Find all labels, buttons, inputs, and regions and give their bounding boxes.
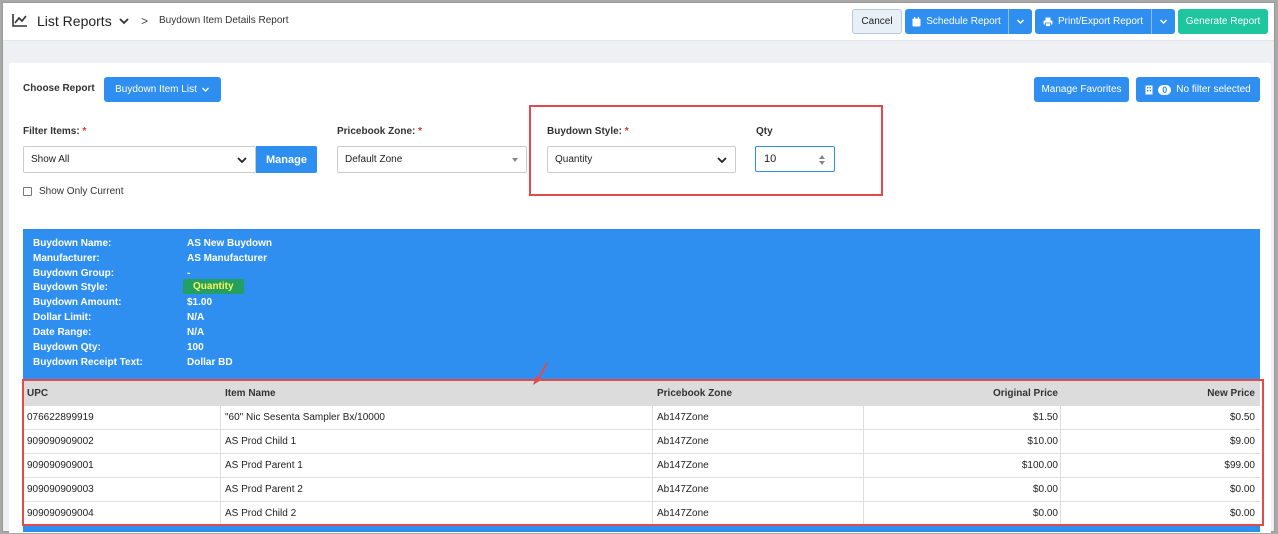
chevron-down-icon <box>201 87 209 92</box>
info-key: Date Range: <box>33 327 92 338</box>
calendar-icon <box>912 16 921 26</box>
info-key: Buydown Name: <box>33 238 112 249</box>
choose-report-value: Buydown Item List <box>115 84 197 95</box>
info-value: AS Manufacturer <box>187 253 268 264</box>
show-only-current-checkbox[interactable] <box>23 187 32 196</box>
pricebook-zone-select[interactable]: Default Zone <box>337 146 527 173</box>
annotation-arrow-icon <box>533 362 548 385</box>
generate-report-button[interactable]: Generate Report <box>1178 9 1268 34</box>
info-key: Buydown Group: <box>33 268 115 279</box>
pricebook-zone-value: Default Zone <box>345 154 403 165</box>
chevron-down-icon[interactable] <box>118 16 130 26</box>
print-export-button[interactable]: Print/Export Report <box>1035 9 1175 34</box>
highlight-box-style-qty <box>529 105 883 196</box>
manage-button-label: Manage <box>266 153 307 166</box>
info-key: Dollar Limit: <box>33 312 92 323</box>
filter-status-label: No filter selected <box>1176 84 1251 95</box>
schedule-report-button[interactable]: Schedule Report <box>905 9 1032 34</box>
info-value: AS New Buydown <box>187 238 273 249</box>
info-key: Buydown Amount: <box>33 297 122 308</box>
choose-report-dropdown[interactable]: Buydown Item List <box>104 77 221 102</box>
info-value: 100 <box>187 342 204 353</box>
app-frame: List Reports > Buydown Item Details Repo… <box>2 2 1275 533</box>
cancel-button[interactable]: Cancel <box>852 9 902 34</box>
info-key: Buydown Qty: <box>33 342 101 353</box>
required-mark: * <box>418 126 423 137</box>
filter-items-label-text: Filter Items: <box>23 126 80 137</box>
filter-items-value: Show All <box>31 154 70 165</box>
report-card: Choose Report Buydown Item List Manage F… <box>9 63 1271 533</box>
manage-favorites-button[interactable]: Manage Favorites <box>1034 77 1129 102</box>
filter-items-select[interactable]: Show All <box>23 146 256 173</box>
print-export-label: Print/Export Report <box>1057 16 1144 27</box>
manage-button[interactable]: Manage <box>256 146 317 173</box>
line-chart-icon <box>12 14 27 27</box>
filter-count-badge: 0 <box>1158 84 1172 95</box>
filter-items-label: Filter Items: * <box>23 126 86 137</box>
info-value: N/A <box>187 327 205 338</box>
generate-report-label: Generate Report <box>1185 16 1261 27</box>
breadcrumb: Buydown Item Details Report <box>159 15 289 26</box>
info-key: Buydown Style: <box>33 282 109 293</box>
top-header: List Reports > Buydown Item Details Repo… <box>3 3 1274 41</box>
info-value: - <box>187 268 191 279</box>
page-title[interactable]: List Reports <box>37 13 112 29</box>
cancel-button-label: Cancel <box>861 16 893 27</box>
info-key: Manufacturer: <box>33 253 100 264</box>
manage-favorites-label: Manage Favorites <box>1041 84 1122 95</box>
show-only-current-label: Show Only Current <box>39 186 124 197</box>
schedule-dropdown-toggle[interactable] <box>1008 9 1032 34</box>
info-key: Buydown Receipt Text: <box>33 357 143 368</box>
printer-icon <box>1043 17 1053 27</box>
info-value: N/A <box>187 312 205 323</box>
caret-down-icon <box>512 158 518 162</box>
building-icon <box>1145 85 1153 94</box>
info-value: $1.00 <box>187 297 213 308</box>
chevron-down-icon <box>237 157 247 164</box>
highlight-box-table <box>22 379 1264 526</box>
print-dropdown-toggle[interactable] <box>1151 9 1175 34</box>
info-value: Dollar BD <box>187 357 233 368</box>
choose-report-label: Choose Report <box>23 83 95 94</box>
pricebook-zone-label-text: Pricebook Zone: <box>337 126 416 137</box>
filter-status-button[interactable]: 0 No filter selected <box>1136 77 1260 102</box>
pricebook-zone-label: Pricebook Zone: * <box>337 126 422 137</box>
breadcrumb-separator: > <box>141 14 149 28</box>
chevron-down-icon <box>1159 19 1168 25</box>
chevron-down-icon <box>1016 19 1025 25</box>
schedule-report-label: Schedule Report <box>926 16 1001 27</box>
required-mark: * <box>82 126 87 137</box>
info-value-highlighted: Quantity <box>183 279 244 294</box>
